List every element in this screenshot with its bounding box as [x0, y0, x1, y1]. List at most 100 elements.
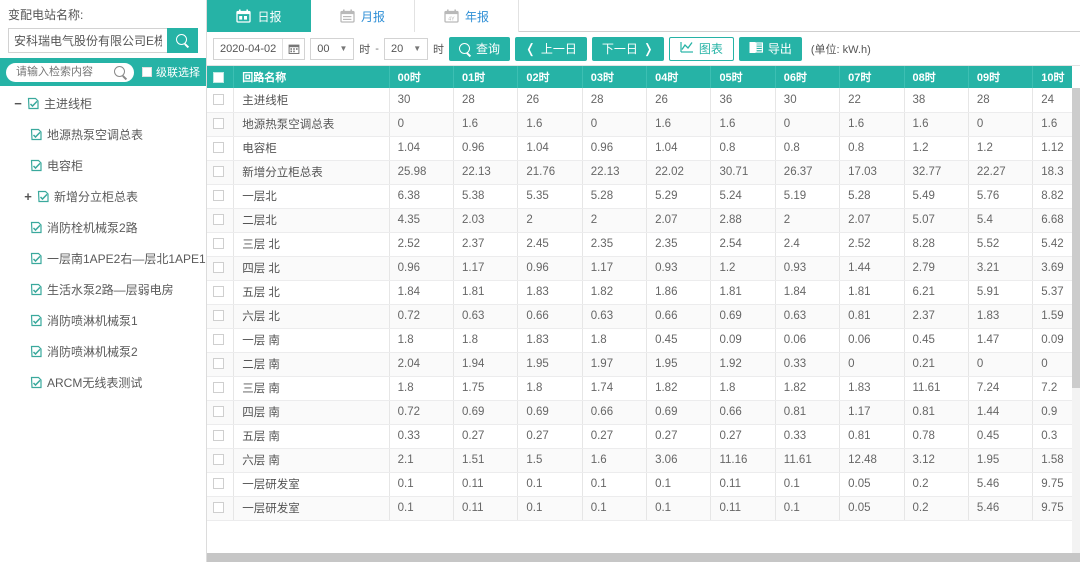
row-select-cell[interactable]: [207, 304, 234, 328]
table-row[interactable]: 三层 南1.81.751.81.741.821.81.821.8311.617.…: [207, 376, 1072, 400]
row-select-cell[interactable]: [207, 232, 234, 256]
column-header-hour: 08时: [904, 66, 968, 88]
table-row[interactable]: 二层 南2.041.941.951.971.951.920.3300.21000…: [207, 352, 1072, 376]
row-checkbox[interactable]: [213, 190, 224, 201]
table-row[interactable]: 一层北6.385.385.355.285.295.245.195.285.495…: [207, 184, 1072, 208]
calendar-icon[interactable]: [282, 39, 304, 59]
chevron-down-icon: ▼: [340, 44, 348, 53]
row-checkbox[interactable]: [213, 286, 224, 297]
table-row[interactable]: 主进线柜302826282636302238282424143442444844…: [207, 88, 1072, 112]
cascade-select-toggle[interactable]: 级联选择: [142, 64, 200, 80]
tree-collapse-toggle[interactable]: −: [12, 97, 24, 110]
station-search-button[interactable]: [167, 28, 198, 53]
tab-yearly-report[interactable]: 4Y 年报: [415, 0, 519, 32]
row-checkbox[interactable]: [213, 94, 224, 105]
row-select-cell[interactable]: [207, 448, 234, 472]
tree-node-arcm[interactable]: ARCM无线表测试: [0, 367, 206, 398]
table-row[interactable]: 四层 南0.720.690.690.660.690.660.811.170.81…: [207, 400, 1072, 424]
query-button[interactable]: 查询: [449, 37, 510, 61]
row-select-cell[interactable]: [207, 136, 234, 160]
station-input[interactable]: [8, 28, 167, 53]
horizontal-scrollbar[interactable]: [207, 553, 1072, 562]
prev-day-button[interactable]: ❬ 上一日: [515, 37, 587, 61]
row-select-cell[interactable]: [207, 160, 234, 184]
hour-value-cell: 1.83: [518, 328, 582, 352]
tree-search-input[interactable]: [14, 65, 114, 79]
row-select-cell[interactable]: [207, 112, 234, 136]
row-checkbox[interactable]: [213, 454, 224, 465]
row-select-cell[interactable]: [207, 472, 234, 496]
vertical-scroll-thumb[interactable]: [1072, 88, 1080, 388]
hour-value-cell: 0.05: [840, 472, 904, 496]
table-row[interactable]: 一层研发室0.10.110.10.10.10.110.10.050.25.469…: [207, 496, 1072, 520]
tree-node-waterpump2[interactable]: 生活水泵2路—层弱电房: [0, 274, 206, 305]
row-checkbox[interactable]: [213, 334, 224, 345]
row-checkbox[interactable]: [213, 310, 224, 321]
tab-monthly-report[interactable]: 月报: [311, 0, 415, 32]
next-day-button[interactable]: 下一日 ❭: [592, 37, 664, 61]
table-row[interactable]: 地源热泵空调总表01.61.601.61.601.61.601.61.601.6…: [207, 112, 1072, 136]
hour-value-cell: 0: [840, 352, 904, 376]
table-row[interactable]: 四层 北0.961.170.961.170.931.20.931.442.793…: [207, 256, 1072, 280]
tree-node-sprinkler2[interactable]: 消防喷淋机械泵2: [0, 336, 206, 367]
row-checkbox[interactable]: [213, 166, 224, 177]
table-row[interactable]: 六层 南2.11.511.51.63.0611.1611.6112.483.12…: [207, 448, 1072, 472]
table-row[interactable]: 五层 北1.841.811.831.821.861.811.841.816.21…: [207, 280, 1072, 304]
tab-daily-report[interactable]: 日报: [207, 0, 311, 32]
hour-value-cell: 0.69: [454, 400, 518, 424]
row-checkbox[interactable]: [213, 478, 224, 489]
table-row[interactable]: 六层 北0.720.630.660.630.660.690.630.812.37…: [207, 304, 1072, 328]
hour-value-cell: 0.45: [647, 328, 711, 352]
row-checkbox[interactable]: [213, 430, 224, 441]
select-all-header[interactable]: [207, 66, 234, 88]
tree-search-field[interactable]: [6, 63, 134, 82]
row-checkbox[interactable]: [213, 214, 224, 225]
chart-button[interactable]: 图表: [669, 37, 734, 61]
tree-node-newcabinet[interactable]: + 新增分立柜总表: [0, 181, 206, 212]
row-select-cell[interactable]: [207, 424, 234, 448]
hour-to-select[interactable]: 20 ▼: [384, 38, 428, 60]
tab-strip-filler: [519, 0, 1080, 31]
row-checkbox[interactable]: [213, 406, 224, 417]
row-checkbox[interactable]: [213, 262, 224, 273]
row-checkbox[interactable]: [213, 238, 224, 249]
select-all-checkbox[interactable]: [213, 72, 224, 83]
table-row[interactable]: 电容柜1.040.961.040.961.040.80.80.81.21.21.…: [207, 136, 1072, 160]
row-select-cell[interactable]: [207, 400, 234, 424]
row-select-cell[interactable]: [207, 208, 234, 232]
export-button[interactable]: 导出: [739, 37, 802, 61]
row-checkbox[interactable]: [213, 118, 224, 129]
tree-node-main[interactable]: − 主进线柜: [0, 88, 206, 119]
row-checkbox[interactable]: [213, 382, 224, 393]
row-checkbox[interactable]: [213, 358, 224, 369]
table-row[interactable]: 二层北4.352.03222.072.8822.075.075.46.685.5…: [207, 208, 1072, 232]
tree-node-heatpump[interactable]: 地源热泵空调总表: [0, 119, 206, 150]
table-row[interactable]: 一层研发室0.10.110.10.10.10.110.10.050.25.469…: [207, 472, 1072, 496]
row-select-cell[interactable]: [207, 328, 234, 352]
row-select-cell[interactable]: [207, 496, 234, 520]
row-checkbox[interactable]: [213, 502, 224, 513]
hour-from-select[interactable]: 00 ▼: [310, 38, 354, 60]
table-row[interactable]: 三层 北2.522.372.452.352.352.542.42.528.285…: [207, 232, 1072, 256]
vertical-scrollbar[interactable]: [1072, 88, 1080, 553]
table-row[interactable]: 新增分立柜总表25.9822.1321.7622.1322.0230.7126.…: [207, 160, 1072, 184]
row-select-cell[interactable]: [207, 280, 234, 304]
row-select-cell[interactable]: [207, 376, 234, 400]
cascade-checkbox[interactable]: [142, 67, 152, 77]
row-select-cell[interactable]: [207, 184, 234, 208]
table-row[interactable]: 一层 南1.81.81.831.80.450.090.060.060.451.4…: [207, 328, 1072, 352]
table-row[interactable]: 五层 南0.330.270.270.270.270.270.330.810.78…: [207, 424, 1072, 448]
row-select-cell[interactable]: [207, 352, 234, 376]
tree-node-sprinkler1[interactable]: 消防喷淋机械泵1: [0, 305, 206, 336]
tree-node-hydrant-pump2[interactable]: 消防栓机械泵2路: [0, 212, 206, 243]
horizontal-scroll-thumb[interactable]: [207, 553, 1080, 562]
row-checkbox[interactable]: [213, 142, 224, 153]
tree-expand-toggle[interactable]: +: [22, 190, 34, 203]
hour-value-cell: 5.07: [904, 208, 968, 232]
date-picker[interactable]: 2020-04-02: [213, 38, 305, 60]
row-select-cell[interactable]: [207, 256, 234, 280]
tree-node-capacitor[interactable]: 电容柜: [0, 150, 206, 181]
row-select-cell[interactable]: [207, 88, 234, 112]
hour-value-cell: 6.68: [1033, 208, 1072, 232]
tree-node-ape[interactable]: 一层南1APE2右—层北1APE1左: [0, 243, 206, 274]
